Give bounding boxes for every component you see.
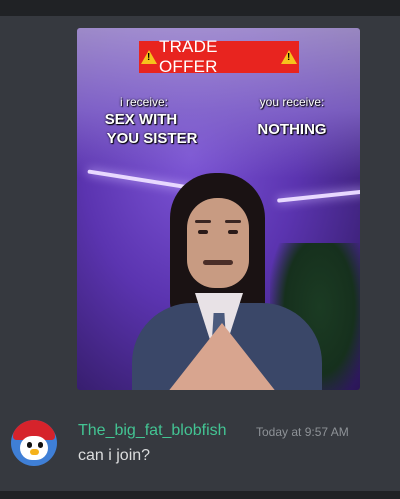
mustache bbox=[203, 260, 233, 265]
you-receive-label: you receive: bbox=[259, 95, 325, 109]
i-receive-value-line2: YOU SISTER bbox=[106, 130, 198, 147]
person-face bbox=[187, 198, 249, 288]
i-receive-label: i receive: bbox=[119, 95, 169, 109]
trade-offer-banner: TRADE OFFER bbox=[139, 37, 299, 76]
meme-image[interactable]: TRADE OFFER i receive: SEX WITH YOU SIST… bbox=[77, 28, 360, 390]
avatar-face bbox=[20, 436, 48, 460]
bottom-bar bbox=[0, 491, 400, 499]
warning-icon bbox=[281, 50, 297, 64]
eyebrow bbox=[225, 220, 241, 223]
avatar-eye bbox=[27, 442, 32, 448]
eye bbox=[228, 230, 238, 234]
i-receive-value-line1: SEX WITH bbox=[104, 111, 178, 128]
avatar-nose bbox=[30, 449, 39, 455]
eye bbox=[198, 230, 208, 234]
message-username[interactable]: The_big_fat_blobfish bbox=[78, 422, 227, 440]
eyebrow bbox=[195, 220, 211, 223]
led-light-strip bbox=[277, 189, 360, 203]
top-bar bbox=[0, 0, 400, 16]
avatar-eye bbox=[38, 442, 43, 448]
message-timestamp: Today at 9:57 AM bbox=[256, 425, 349, 439]
user-avatar[interactable] bbox=[11, 420, 57, 466]
you-receive-value: NOTHING bbox=[257, 121, 327, 138]
trade-offer-text: TRADE OFFER bbox=[159, 37, 218, 76]
warning-icon bbox=[141, 50, 157, 64]
message-text: can i join? bbox=[78, 447, 151, 464]
